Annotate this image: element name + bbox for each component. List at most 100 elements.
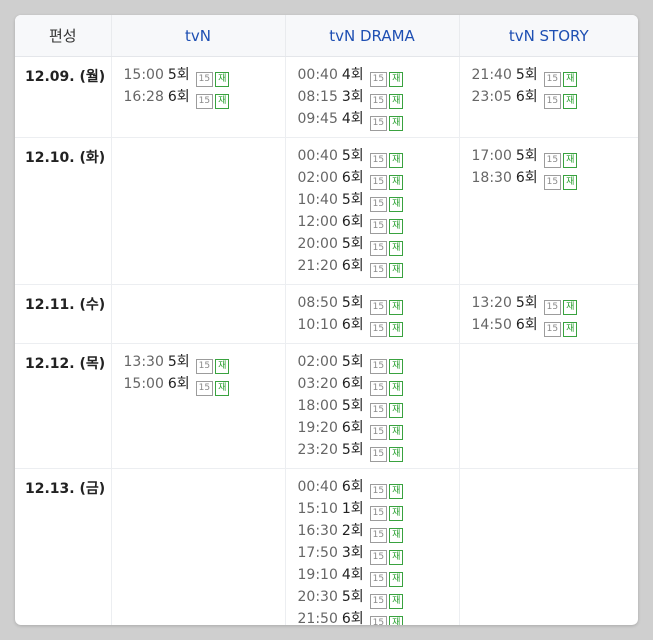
age-rating-badge: 15 <box>543 72 562 87</box>
rerun-badge: 재 <box>389 263 404 278</box>
airing-time: 19:10 <box>297 567 338 583</box>
airing-slot[interactable]: 20:30 5회 15 재 <box>298 586 459 609</box>
schedule-body: 12.09. (월) 15:00 5회 15 재 16:28 6회 15 재 00:40 4회 15 재… <box>15 56 639 625</box>
channel-cell-tvn-story <box>459 468 638 625</box>
schedule-row: 12.12. (목) 13:30 5회 15 재 15:00 6회 15 재 02:00 5회 15 재… <box>15 343 638 469</box>
age-rating-badge: 15 <box>195 359 214 374</box>
airing-slot[interactable]: 08:15 3회 15 재 <box>297 86 459 109</box>
airing-slot[interactable]: 13:20 5회 15 재 <box>471 292 639 315</box>
schedule-row: 12.13. (금) 00:40 6회 15 재 15:10 1회 15 재 16:30 2회 15 재… <box>15 468 638 625</box>
episode-number: 2회 <box>341 523 364 539</box>
age-rating-badge: 15 <box>543 153 562 168</box>
airing-slot[interactable]: 15:00 5회 15 재 <box>124 64 285 87</box>
airing-slot[interactable]: 09:45 4회 15 재 <box>298 108 459 131</box>
airing-slot[interactable]: 21:20 6회 15 재 <box>298 255 459 278</box>
age-rating-badge: 15 <box>369 403 388 418</box>
airing-time: 00:40 <box>297 479 338 495</box>
age-rating-badge: 15 <box>369 322 388 337</box>
date-cell: 12.11. (수) <box>15 284 112 344</box>
airing-slot[interactable]: 17:50 3회 15 재 <box>298 542 459 565</box>
airing-slot[interactable]: 02:00 5회 15 재 <box>298 351 459 374</box>
age-rating-badge: 15 <box>369 263 388 278</box>
airing-slot[interactable]: 19:10 4회 15 재 <box>297 564 459 587</box>
episode-number: 4회 <box>341 111 364 127</box>
airing-slot[interactable]: 15:00 6회 15 재 <box>124 373 285 396</box>
airing-time: 13:20 <box>471 295 512 311</box>
airing-time: 20:00 <box>297 236 338 252</box>
channel-cell-tvn-drama: 00:40 6회 15 재 15:10 1회 15 재 16:30 2회 15 재 17:50 3회 15 재… <box>285 468 460 625</box>
airing-slot[interactable]: 00:40 6회 15 재 <box>297 476 459 499</box>
episode-number: 3회 <box>341 89 364 105</box>
rerun-badge: 재 <box>389 359 404 374</box>
rerun-badge: 재 <box>389 381 404 396</box>
airing-slot[interactable]: 19:20 6회 15 재 <box>297 417 459 440</box>
age-rating-badge: 15 <box>369 616 388 625</box>
airing-slot[interactable]: 10:40 5회 15 재 <box>298 189 459 212</box>
episode-number: 6회 <box>341 170 364 186</box>
episode-number: 6회 <box>341 611 364 625</box>
age-rating-badge: 15 <box>543 300 562 315</box>
airing-time: 02:00 <box>297 170 338 186</box>
airing-slot[interactable]: 02:00 6회 15 재 <box>297 167 459 190</box>
airing-slot[interactable]: 23:20 5회 15 재 <box>298 439 459 462</box>
airing-slot[interactable]: 03:20 6회 15 재 <box>298 373 459 396</box>
age-rating-badge: 15 <box>369 94 388 109</box>
channel-cell-tvn-story: 13:20 5회 15 재 14:50 6회 15 재 <box>459 284 639 344</box>
airing-slot[interactable]: 00:40 4회 15 재 <box>298 64 459 87</box>
airing-slot[interactable]: 18:00 5회 15 재 <box>298 395 459 418</box>
airing-time: 19:20 <box>297 420 338 436</box>
airing-slot[interactable]: 15:10 1회 15 재 <box>297 498 459 521</box>
airing-slot[interactable]: 16:28 6회 15 재 <box>124 86 285 109</box>
airing-time: 08:15 <box>297 89 338 105</box>
episode-number: 1회 <box>341 501 364 517</box>
rerun-badge: 재 <box>389 219 404 234</box>
age-rating-badge: 15 <box>195 72 214 87</box>
header-channel-tvn-drama: tvN DRAMA <box>285 15 460 57</box>
episode-number: 5회 <box>341 192 364 208</box>
airing-time: 15:10 <box>297 501 338 517</box>
age-rating-badge: 15 <box>369 572 388 587</box>
airing-time: 13:30 <box>123 354 164 370</box>
airing-slot[interactable]: 20:00 5회 15 재 <box>297 233 459 256</box>
airing-slot[interactable]: 08:50 5회 15 재 <box>298 292 459 315</box>
header-channel-tvn-story: tvN STORY <box>459 15 638 57</box>
airing-slot[interactable]: 21:50 6회 15 재 <box>298 608 459 625</box>
channel-cell-tvn: 13:30 5회 15 재 15:00 6회 15 재 <box>111 343 286 469</box>
episode-number: 6회 <box>515 89 538 105</box>
rerun-badge: 재 <box>389 322 404 337</box>
age-rating-badge: 15 <box>369 594 388 609</box>
age-rating-badge: 15 <box>369 241 388 256</box>
airing-slot[interactable]: 17:00 5회 15 재 <box>472 145 639 168</box>
airing-time: 00:40 <box>297 148 338 164</box>
airing-slot[interactable]: 16:30 2회 15 재 <box>298 520 459 543</box>
episode-number: 6회 <box>341 258 364 274</box>
airing-slot[interactable]: 00:40 5회 15 재 <box>297 145 459 168</box>
episode-number: 6회 <box>167 376 190 392</box>
airing-slot[interactable]: 12:00 6회 15 재 <box>298 211 459 234</box>
age-rating-badge: 15 <box>369 425 388 440</box>
age-rating-badge: 15 <box>543 175 562 190</box>
airing-time: 14:50 <box>471 317 512 333</box>
rerun-badge: 재 <box>389 241 404 256</box>
rerun-badge: 재 <box>389 550 404 565</box>
age-rating-badge: 15 <box>369 197 388 212</box>
channel-cell-tvn-drama: 02:00 5회 15 재 03:20 6회 15 재 18:00 5회 15 재 19:20 6회 15 재… <box>285 343 460 469</box>
rerun-badge: 재 <box>389 300 404 315</box>
age-rating-badge: 15 <box>195 381 214 396</box>
airing-slot[interactable]: 10:10 6회 15 재 <box>298 314 459 337</box>
episode-number: 5회 <box>515 67 538 83</box>
airing-slot[interactable]: 18:30 6회 15 재 <box>472 167 639 190</box>
airing-slot[interactable]: 13:30 5회 15 재 <box>123 351 285 374</box>
rerun-badge: 재 <box>389 484 404 499</box>
date-cell: 12.12. (목) <box>15 343 112 469</box>
airing-slot[interactable]: 21:40 5회 15 재 <box>472 64 639 87</box>
airing-slot[interactable]: 23:05 6회 15 재 <box>472 86 639 109</box>
channel-cell-tvn-story: 17:00 5회 15 재 18:30 6회 15 재 <box>459 137 639 285</box>
schedule-header: 편성 tvN tvN DRAMA tvN STORY <box>15 15 638 57</box>
age-rating-badge: 15 <box>369 219 388 234</box>
episode-number: 5회 <box>167 67 190 83</box>
airing-slot[interactable]: 14:50 6회 15 재 <box>471 314 639 337</box>
episode-number: 6회 <box>341 214 364 230</box>
date-cell: 12.10. (화) <box>15 137 112 285</box>
rerun-badge: 재 <box>215 359 230 374</box>
